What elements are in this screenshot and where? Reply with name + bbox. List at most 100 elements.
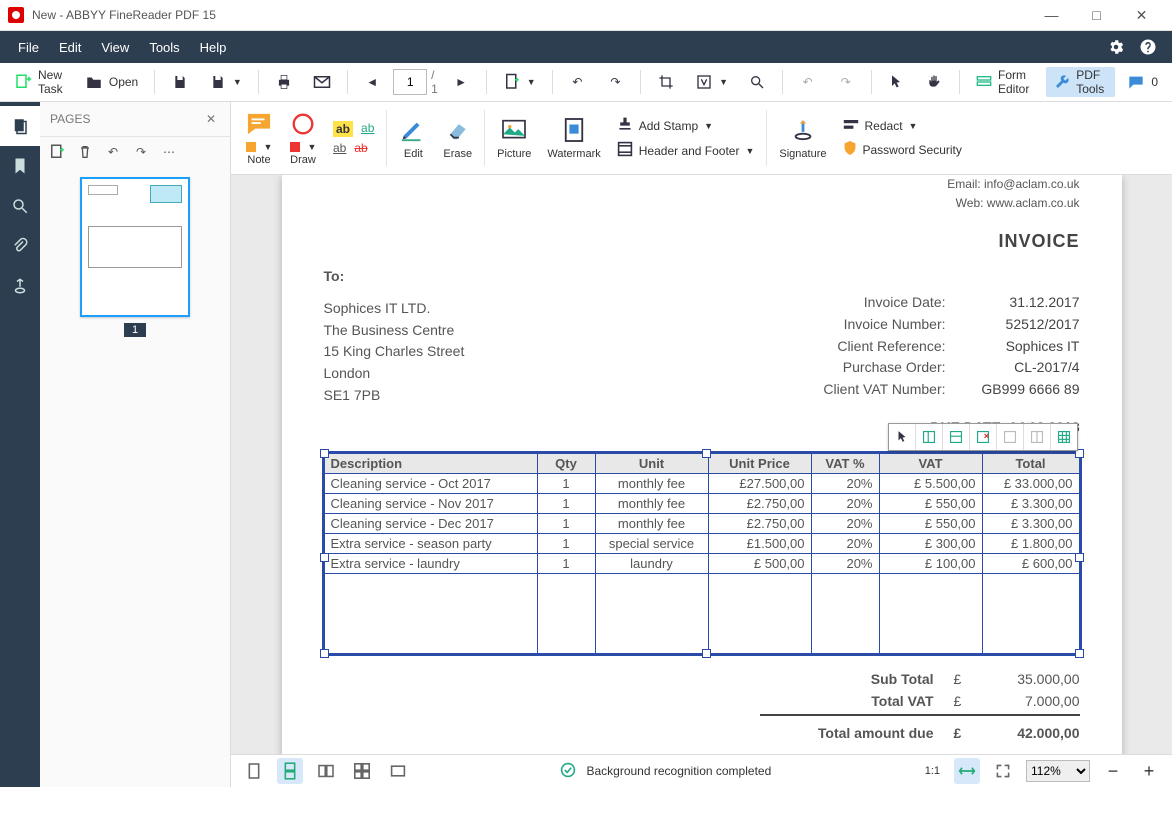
pdf-tools-button[interactable]: PDF Tools: [1046, 67, 1115, 97]
add-page-button[interactable]: ▼: [495, 67, 544, 97]
table-cell: monthly fee: [595, 473, 708, 493]
meta-key: Purchase Order:: [786, 357, 946, 379]
tt-merge-icon[interactable]: [997, 424, 1024, 450]
th: Unit: [595, 453, 708, 473]
two-continuous-icon[interactable]: [349, 758, 375, 784]
password-button[interactable]: Password Security: [843, 140, 962, 159]
single-page-icon[interactable]: [241, 758, 267, 784]
signature-tool[interactable]: Signature: [771, 102, 834, 174]
tt-pointer-icon[interactable]: [889, 424, 916, 450]
next-page-button[interactable]: ►: [444, 67, 478, 97]
close-panel-icon[interactable]: ✕: [202, 110, 220, 128]
hand-tool[interactable]: [917, 67, 951, 97]
table-cell: Cleaning service - Oct 2017: [324, 473, 537, 493]
redo-button[interactable]: ↷: [829, 67, 863, 97]
menu-edit[interactable]: Edit: [49, 31, 91, 63]
menu-tools[interactable]: Tools: [139, 31, 189, 63]
fit-width-icon[interactable]: [954, 758, 980, 784]
draw-tool[interactable]: ▼ Draw: [281, 102, 325, 174]
rotate-ccw-icon[interactable]: ↶: [104, 143, 122, 161]
continuous-icon[interactable]: [277, 758, 303, 784]
recognize-button[interactable]: ▼: [687, 67, 736, 97]
table-selection[interactable]: Description Qty Unit Unit Price VAT % VA…: [324, 453, 1080, 654]
document-view[interactable]: Email: info@aclam.co.uk Web: www.aclam.c…: [231, 175, 1172, 754]
minimize-button[interactable]: —: [1029, 0, 1074, 30]
rotate-cw-icon[interactable]: ↷: [132, 143, 150, 161]
tt-split-icon[interactable]: [1024, 424, 1051, 450]
actual-size-button[interactable]: 1:1: [921, 758, 944, 784]
invoice-heading: INVOICE: [324, 231, 1080, 252]
highlight-tool[interactable]: ab: [333, 121, 353, 137]
strikethrough-tool[interactable]: ab: [354, 141, 367, 155]
comments-button[interactable]: 0: [1119, 67, 1166, 97]
zoom-in-button[interactable]: +: [1136, 758, 1162, 784]
menu-view[interactable]: View: [91, 31, 139, 63]
page-content: Email: info@aclam.co.uk Web: www.aclam.c…: [282, 175, 1122, 754]
header-footer-button[interactable]: Header and Footer▼: [617, 141, 755, 160]
add-page-icon[interactable]: [48, 143, 66, 161]
print-icon: [275, 73, 293, 91]
underline-tool-2[interactable]: ab: [333, 141, 346, 155]
rotate-right-button[interactable]: ↷: [598, 67, 632, 97]
close-button[interactable]: ✕: [1119, 0, 1164, 30]
prev-page-button[interactable]: ◄: [355, 67, 389, 97]
search-button[interactable]: [740, 67, 774, 97]
help-icon[interactable]: [1132, 31, 1164, 63]
table-cell: 20%: [811, 473, 879, 493]
tt-table-icon[interactable]: [1051, 424, 1077, 450]
table-cell: laundry: [595, 553, 708, 573]
add-stamp-button[interactable]: Add Stamp▼: [617, 116, 755, 135]
rotate-left-button[interactable]: ↶: [560, 67, 594, 97]
watermark-tool[interactable]: Watermark: [539, 102, 608, 174]
zoom-out-button[interactable]: −: [1100, 758, 1126, 784]
th: VAT %: [811, 453, 879, 473]
rotate-left-icon: ↶: [568, 73, 586, 91]
save-button[interactable]: [163, 67, 197, 97]
two-page-icon[interactable]: [313, 758, 339, 784]
table-toolbar: [888, 423, 1078, 451]
settings-icon[interactable]: [1100, 31, 1132, 63]
undo-button[interactable]: ↶: [791, 67, 825, 97]
table-cell: £2.750,00: [708, 513, 811, 533]
save-as-button[interactable]: ▼: [201, 67, 250, 97]
underline-tool[interactable]: ab: [361, 121, 374, 137]
th: Total: [982, 453, 1079, 473]
pages-panel: PAGES ✕ ↶ ↷ ⋯ 1: [40, 102, 231, 787]
open-button[interactable]: Open: [77, 67, 146, 97]
search-tab[interactable]: [0, 186, 40, 226]
tt-add-row-icon[interactable]: [943, 424, 970, 450]
page-thumbnail[interactable]: [80, 177, 190, 317]
redact-button[interactable]: Redact▼: [843, 117, 962, 134]
fit-page-icon[interactable]: [990, 758, 1016, 784]
zoom-select[interactable]: 112%: [1026, 760, 1090, 782]
edit-tool[interactable]: Edit: [391, 102, 435, 174]
delete-page-icon[interactable]: [76, 143, 94, 161]
erase-icon: [444, 116, 472, 144]
tt-add-col-icon[interactable]: [916, 424, 943, 450]
table-cell: £ 600,00: [982, 553, 1079, 573]
pointer-tool[interactable]: [879, 67, 913, 97]
invoice-table[interactable]: Description Qty Unit Unit Price VAT % VA…: [324, 453, 1080, 654]
table-cell: special service: [595, 533, 708, 553]
menu-help[interactable]: Help: [190, 31, 237, 63]
meta-key: Invoice Number:: [786, 314, 946, 336]
signatures-tab[interactable]: [0, 266, 40, 306]
pages-tab[interactable]: [0, 106, 40, 146]
crop-button[interactable]: [649, 67, 683, 97]
table-cell: 1: [537, 473, 595, 493]
print-button[interactable]: [267, 67, 301, 97]
bookmarks-tab[interactable]: [0, 146, 40, 186]
note-tool[interactable]: ▼ Note: [237, 102, 281, 174]
form-editor-button[interactable]: Form Editor: [968, 67, 1042, 97]
attachments-tab[interactable]: [0, 226, 40, 266]
tt-del-icon[interactable]: [970, 424, 997, 450]
new-task-button[interactable]: New Task: [6, 67, 73, 97]
erase-tool[interactable]: Erase: [435, 102, 480, 174]
maximize-button[interactable]: □: [1074, 0, 1119, 30]
menu-file[interactable]: File: [8, 31, 49, 63]
page-number-input[interactable]: [393, 69, 427, 95]
fullscreen-icon[interactable]: [385, 758, 411, 784]
more-icon[interactable]: ⋯: [160, 143, 178, 161]
email-button[interactable]: [305, 67, 339, 97]
picture-tool[interactable]: Picture: [489, 102, 539, 174]
